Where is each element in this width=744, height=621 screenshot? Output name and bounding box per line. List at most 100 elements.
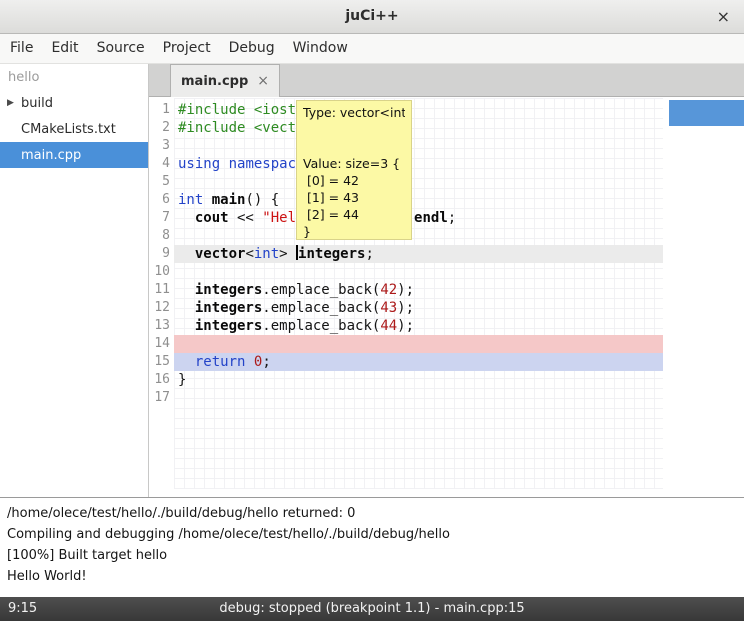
output-line: [100%] Built target hello bbox=[7, 545, 737, 566]
code-token-plain bbox=[245, 354, 253, 370]
code-line[interactable]: integers.emplace_back(42); bbox=[178, 281, 456, 299]
output-line: Compiling and debugging /home/olece/test… bbox=[7, 524, 737, 545]
app-window: juCi++ × File Edit Source Project Debug … bbox=[0, 0, 744, 621]
code-token-number: 44 bbox=[380, 318, 397, 334]
output-line: /home/olece/test/hello/./build/debug/hel… bbox=[7, 503, 737, 524]
tooltip-line: Value: size=3 { bbox=[303, 155, 405, 172]
code-token-bold: integers bbox=[195, 282, 262, 298]
tooltip-line: [1] = 43 bbox=[303, 189, 405, 206]
menu-debug[interactable]: Debug bbox=[220, 34, 284, 63]
code-token-plain: < bbox=[245, 246, 253, 262]
code-line[interactable]: vector<int> integers; bbox=[178, 245, 456, 263]
line-number[interactable]: 6 bbox=[149, 191, 170, 209]
tab-main-cpp[interactable]: main.cpp × bbox=[170, 64, 280, 97]
line-number[interactable]: 13 bbox=[149, 317, 170, 335]
code-token-plain: > bbox=[279, 246, 296, 262]
line-number[interactable]: 14 bbox=[149, 335, 170, 353]
code-token-keyword: using bbox=[178, 156, 220, 172]
tooltip-line: [2] = 44 bbox=[303, 206, 405, 223]
menu-project[interactable]: Project bbox=[154, 34, 220, 63]
tooltip-line: [0] = 42 bbox=[303, 172, 405, 189]
output-console[interactable]: /home/olece/test/hello/./build/debug/hel… bbox=[0, 497, 744, 597]
code-token-bold: integers bbox=[298, 246, 365, 262]
code-token-plain bbox=[178, 210, 195, 226]
window-title: juCi++ bbox=[0, 0, 744, 33]
tab-close-icon[interactable]: × bbox=[257, 73, 269, 89]
line-number[interactable]: 11 bbox=[149, 281, 170, 299]
code-line[interactable] bbox=[178, 263, 456, 281]
code-line[interactable] bbox=[178, 389, 456, 407]
line-number[interactable]: 7 bbox=[149, 209, 170, 227]
code-token-number: 42 bbox=[380, 282, 397, 298]
code-token-plain bbox=[178, 318, 195, 334]
line-number[interactable]: 1 bbox=[149, 101, 170, 119]
titlebar: juCi++ × bbox=[0, 0, 744, 34]
code-token-plain bbox=[178, 282, 195, 298]
file-tree-sidebar: hello ▶ build CMakeLists.txt main.cpp bbox=[0, 64, 149, 497]
code-token-plain: ; bbox=[262, 354, 270, 370]
code-token-plain: .emplace_back( bbox=[262, 318, 380, 334]
line-number[interactable]: 17 bbox=[149, 389, 170, 407]
code-token-plain bbox=[203, 192, 211, 208]
line-number[interactable]: 12 bbox=[149, 299, 170, 317]
code-line[interactable]: integers.emplace_back(43); bbox=[178, 299, 456, 317]
scroll-position-indicator[interactable] bbox=[669, 100, 744, 126]
line-number[interactable]: 4 bbox=[149, 155, 170, 173]
code-token-plain bbox=[178, 246, 195, 262]
menu-edit[interactable]: Edit bbox=[42, 34, 87, 63]
tabbar: main.cpp × bbox=[149, 64, 744, 97]
code-token-plain: .emplace_back( bbox=[262, 282, 380, 298]
menu-file[interactable]: File bbox=[1, 34, 42, 63]
code-token-plain: ); bbox=[397, 318, 414, 334]
line-number[interactable]: 8 bbox=[149, 227, 170, 245]
code-token-plain: << bbox=[229, 210, 263, 226]
code-token-bold: endl bbox=[414, 210, 448, 226]
tree-item-cmakelists[interactable]: CMakeLists.txt bbox=[0, 116, 148, 142]
code-token-bold: integers bbox=[195, 300, 262, 316]
debug-value-tooltip: Type: vector<int> Value: size=3 { [0] = … bbox=[296, 100, 412, 240]
line-number[interactable]: 10 bbox=[149, 263, 170, 281]
code-line[interactable]: } bbox=[178, 371, 456, 389]
code-line[interactable]: integers.emplace_back(44); bbox=[178, 317, 456, 335]
tree-item-maincpp[interactable]: main.cpp bbox=[0, 142, 148, 168]
close-icon[interactable]: × bbox=[717, 0, 730, 33]
code-token-bold: cout bbox=[195, 210, 229, 226]
code-token-plain: ); bbox=[397, 300, 414, 316]
line-number[interactable]: 2 bbox=[149, 119, 170, 137]
code-token-preproc: #include bbox=[178, 102, 254, 118]
code-token-plain bbox=[178, 300, 195, 316]
line-number[interactable]: 15 bbox=[149, 353, 170, 371]
tab-label: main.cpp bbox=[181, 74, 248, 89]
expander-icon[interactable]: ▶ bbox=[0, 98, 21, 108]
menubar: File Edit Source Project Debug Window bbox=[0, 34, 744, 64]
code-line[interactable] bbox=[178, 335, 456, 353]
code-line[interactable]: return 0; bbox=[178, 353, 456, 371]
code-token-plain: .emplace_back( bbox=[262, 300, 380, 316]
code-token-plain bbox=[220, 156, 228, 172]
code-token-keyword: return bbox=[195, 354, 246, 370]
code-token-keyword: int bbox=[178, 192, 203, 208]
code-token-plain bbox=[178, 354, 195, 370]
cursor-position: 9:15 bbox=[8, 597, 37, 621]
code-token-bold: main bbox=[212, 192, 246, 208]
line-number[interactable]: 5 bbox=[149, 173, 170, 191]
code-token-plain: ; bbox=[365, 246, 373, 262]
code-token-bold: integers bbox=[195, 318, 262, 334]
tree-item-build[interactable]: ▶ build bbox=[0, 90, 148, 116]
output-line: Hello World! bbox=[7, 566, 737, 587]
line-number[interactable]: 16 bbox=[149, 371, 170, 389]
editor-pane: main.cpp × 1234567891011121314151617 #in… bbox=[149, 64, 744, 497]
code-token-plain: () { bbox=[245, 192, 279, 208]
menu-window[interactable]: Window bbox=[284, 34, 357, 63]
line-number[interactable]: 9 bbox=[149, 245, 170, 263]
editor[interactable]: 1234567891011121314151617 #include <iost… bbox=[149, 98, 744, 497]
tooltip-line: Type: vector<int> bbox=[303, 104, 405, 121]
code-token-plain: ); bbox=[397, 282, 414, 298]
menu-source[interactable]: Source bbox=[88, 34, 154, 63]
project-name[interactable]: hello bbox=[0, 64, 148, 90]
line-number[interactable]: 3 bbox=[149, 137, 170, 155]
debug-status: debug: stopped (breakpoint 1.1) - main.c… bbox=[0, 597, 744, 621]
tree-item-label: build bbox=[21, 96, 53, 111]
code-token-plain: ; bbox=[448, 210, 456, 226]
gutter: 1234567891011121314151617 bbox=[149, 101, 170, 407]
